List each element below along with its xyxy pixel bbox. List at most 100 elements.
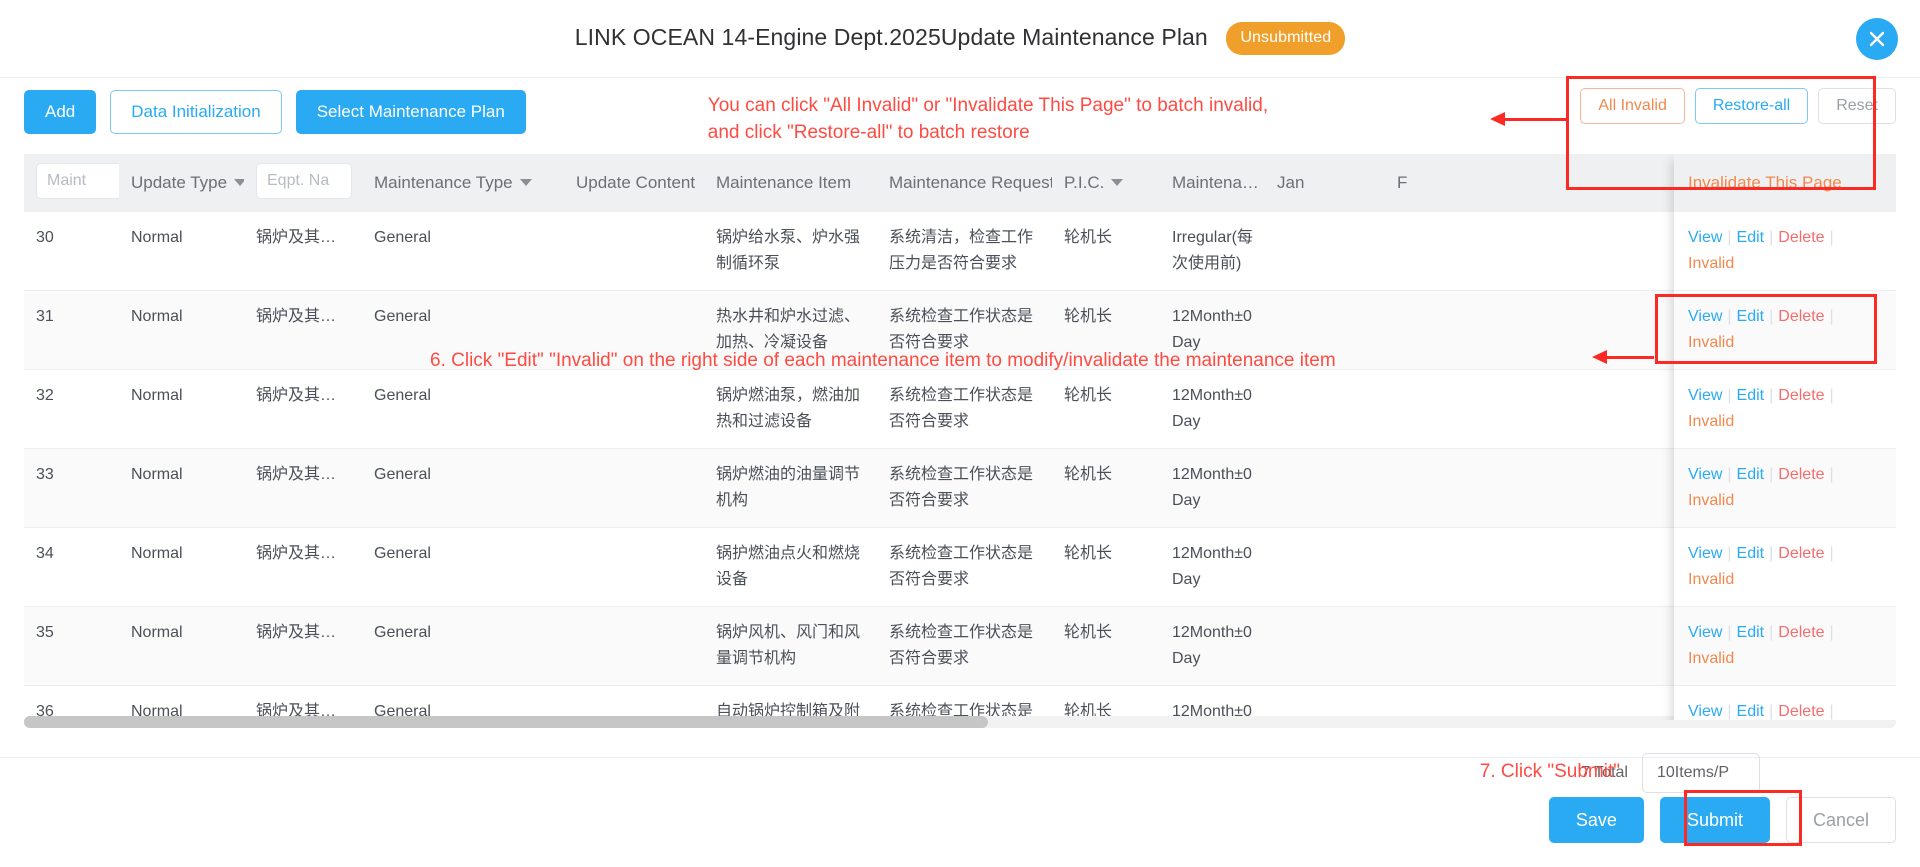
cell-pic: 轮机长 [1052, 685, 1160, 720]
table-row[interactable]: 35 Normal 锅炉及其… General 锅炉风机、风门和风量调节机构 系统检查工作… [24, 606, 1896, 686]
action-column: Invalidate This Page View | Edit | Delete | In… [1674, 154, 1896, 720]
header-maintenance-type[interactable]: Maintenance Type [362, 154, 564, 212]
edit-link[interactable]: Edit [1737, 703, 1765, 720]
divider: | [1829, 703, 1834, 720]
view-link[interactable]: View [1688, 229, 1722, 246]
delete-link[interactable]: Delete [1778, 703, 1824, 720]
row-actions: View|Edit|Delete|Invalid [1674, 291, 1896, 370]
invalid-link[interactable]: Invalid [1688, 255, 1734, 272]
dialog-header: LINK OCEAN 14-Engine Dept.2025Update Mai… [0, 0, 1920, 78]
cell-interval: 12Month±0 Day [1160, 369, 1265, 449]
cell-update_content [564, 212, 704, 291]
view-link[interactable]: View [1688, 545, 1722, 562]
invalid-link[interactable]: Invalid [1688, 492, 1734, 509]
invalid-link[interactable]: Invalid [1688, 571, 1734, 588]
cell-maintenance_type: General [362, 527, 564, 607]
divider: | [1769, 545, 1774, 562]
view-link[interactable]: View [1688, 387, 1722, 404]
cell-jan [1265, 369, 1385, 449]
table-row[interactable]: 34 Normal 锅炉及其… General 锅护燃油点火和燃烧设备 系统检查工作状态是… [24, 527, 1896, 607]
close-icon [1867, 29, 1887, 49]
maint-filter-input[interactable]: Maint [36, 162, 119, 199]
edit-link[interactable]: Edit [1737, 545, 1765, 562]
divider: | [1829, 624, 1834, 641]
view-link[interactable]: View [1688, 466, 1722, 483]
table-row[interactable]: 32 Normal 锅炉及其… General 锅炉燃油泵，燃油加热和过滤设备 系统检查工… [24, 369, 1896, 449]
horizontal-scrollbar-thumb[interactable] [24, 716, 988, 728]
cell-maintenance_type: General [362, 685, 564, 720]
delete-link[interactable]: Delete [1778, 545, 1824, 562]
cell-update_type: Normal [119, 212, 244, 291]
view-link[interactable]: View [1688, 624, 1722, 641]
cell-maintenance_request: 系统检查工作状态是否符合要求 [877, 527, 1052, 607]
page-size-select[interactable]: 10Items/P [1641, 753, 1760, 793]
submit-button[interactable]: Submit [1659, 797, 1770, 843]
cell-index: 33 [24, 448, 119, 528]
invalidate-this-page-button[interactable]: Invalidate This Page [1674, 154, 1896, 212]
table-row[interactable]: 33 Normal 锅炉及其… General 锅炉燃油的油量调节机构 系统检查工作状态是… [24, 448, 1896, 528]
select-maintenance-plan-button[interactable]: Select Maintenance Plan [295, 90, 526, 134]
cell-maintenance_item: 锅炉燃油泵，燃油加热和过滤设备 [704, 369, 877, 449]
row-actions: View|Edit|Delete|Invalid [1674, 528, 1896, 607]
cell-update_type: Normal [119, 527, 244, 607]
cell-index: 31 [24, 290, 119, 370]
add-button[interactable]: Add [24, 90, 97, 134]
cell-index: 32 [24, 369, 119, 449]
divider: | [1727, 624, 1732, 641]
eqpt-name-filter-input[interactable]: Eqpt. Na [256, 162, 352, 199]
header-pic[interactable]: P.I.C. [1052, 154, 1160, 212]
cell-eqpt_name: 锅炉及其… [244, 448, 362, 528]
restore-all-button[interactable]: Restore-all [1694, 88, 1809, 124]
toolbar: Add Data Initialization Select Maintenan… [0, 78, 1920, 148]
cell-maintenance_type: General [362, 212, 564, 291]
edit-link[interactable]: Edit [1737, 624, 1765, 641]
header-maintenance-interval: Maintena… [1160, 154, 1265, 212]
table-row[interactable]: 30 Normal 锅炉及其… General 锅炉给水泵、炉水强制循环泵 系统清洁，检查… [24, 212, 1896, 291]
cell-update_content [564, 369, 704, 449]
cell-jan [1265, 212, 1385, 291]
save-button[interactable]: Save [1548, 797, 1644, 843]
horizontal-scrollbar[interactable] [24, 716, 1896, 728]
table-header-row: Maint Update Type Eqpt. Na Maintenance T… [24, 154, 1896, 212]
invalid-link[interactable]: Invalid [1688, 413, 1734, 430]
header-maintenance-request: Maintenance Request [877, 154, 1052, 212]
view-link[interactable]: View [1688, 308, 1722, 325]
chevron-down-icon[interactable] [519, 179, 532, 186]
cell-maintenance_item: 锅护燃油点火和燃烧设备 [704, 527, 877, 607]
delete-link[interactable]: Delete [1778, 624, 1824, 641]
close-button[interactable] [1856, 18, 1898, 60]
delete-link[interactable]: Delete [1778, 308, 1824, 325]
cell-update_content [564, 448, 704, 528]
cell-index: 36 [24, 685, 119, 720]
view-link[interactable]: View [1688, 703, 1722, 720]
all-invalid-button[interactable]: All Invalid [1580, 88, 1685, 124]
cell-pic: 轮机长 [1052, 448, 1160, 528]
delete-link[interactable]: Delete [1778, 229, 1824, 246]
header-update-type[interactable]: Update Type [119, 154, 244, 212]
cell-jan [1265, 527, 1385, 607]
cell-update_content [564, 527, 704, 607]
invalid-link[interactable]: Invalid [1688, 334, 1734, 351]
edit-link[interactable]: Edit [1737, 466, 1765, 483]
cell-maintenance_item: 自动锅炉控制箱及附属设备 [704, 685, 877, 720]
chevron-down-icon[interactable] [234, 179, 244, 186]
cell-update_type: Normal [119, 685, 244, 720]
divider: | [1769, 466, 1774, 483]
edit-link[interactable]: Edit [1737, 387, 1765, 404]
delete-link[interactable]: Delete [1778, 387, 1824, 404]
cancel-button[interactable]: Cancel [1785, 797, 1896, 843]
cell-interval: 12Month±0 Day [1160, 448, 1265, 528]
delete-link[interactable]: Delete [1778, 466, 1824, 483]
data-initialization-button[interactable]: Data Initialization [110, 90, 282, 134]
invalid-link[interactable]: Invalid [1688, 650, 1734, 667]
cell-eqpt_name: 锅炉及其… [244, 606, 362, 686]
reset-button[interactable]: Reset [1818, 88, 1896, 124]
annotation-line-2: and click "Restore-all" to batch restore [707, 122, 1030, 143]
table-row[interactable]: 36Normal锅炉及其…General 自动锅炉控制箱及附属设备系统检查工作状态… [24, 685, 1896, 720]
dialog-footer: 7 Total 10Items/P 7. Click "Submit" Save… [0, 753, 1920, 867]
batch-invalid-annotation: You can click "All Invalid" or "Invalida… [708, 92, 1268, 146]
edit-link[interactable]: Edit [1737, 308, 1765, 325]
chevron-down-icon[interactable] [1111, 179, 1124, 186]
edit-link[interactable]: Edit [1737, 229, 1765, 246]
cell-maintenance_item: 锅炉风机、风门和风量调节机构 [704, 606, 877, 686]
